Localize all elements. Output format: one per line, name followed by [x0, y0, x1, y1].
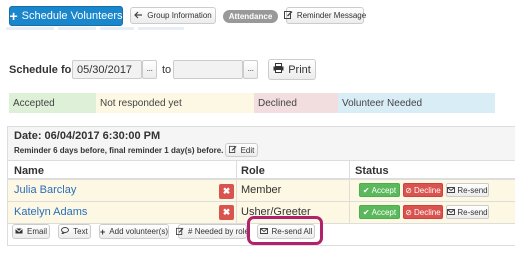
column-header-name: Name [14, 165, 44, 177]
needed-by-role-label: # Needed by role [188, 227, 249, 236]
plus-icon: + [100, 226, 106, 237]
legend-accepted: Accepted [9, 93, 96, 113]
reminder-message-label: Reminder Message [296, 11, 367, 20]
envelope-icon [15, 227, 23, 236]
column-divider [349, 160, 350, 223]
accept-button[interactable]: ✔ Accept [359, 205, 400, 219]
edit-icon [283, 10, 293, 21]
column-header-role: Role [241, 165, 265, 177]
decline-button[interactable]: ⊘ Decline [403, 205, 443, 219]
volunteer-name-link[interactable]: Julia Barclay [14, 184, 76, 196]
legend-declined: Declined [254, 93, 338, 113]
resend-button[interactable]: Re-send [446, 205, 489, 219]
group-information-button[interactable]: Group Information [130, 7, 216, 24]
check-icon: ✔ [362, 185, 370, 195]
decline-label: Decline [414, 207, 441, 217]
reminder-info: Reminder 6 days before, final reminder 1… [14, 146, 224, 155]
table-top-border [8, 160, 515, 161]
legend-not-responded: Not responded yet [96, 93, 254, 113]
chat-bubble-icon [61, 227, 70, 236]
print-label: Print [288, 63, 311, 76]
event-date: Date: 06/04/2017 6:30:00 PM [14, 130, 161, 142]
column-divider [236, 160, 237, 223]
resend-button[interactable]: Re-send [446, 183, 489, 197]
needed-by-role-button[interactable]: # Needed by role [176, 224, 249, 239]
accept-button[interactable]: ✔ Accept [359, 183, 400, 197]
edit-icon [228, 145, 237, 155]
print-button[interactable]: Print [268, 59, 316, 80]
ban-icon: ⊘ [405, 185, 412, 195]
row-divider [8, 201, 515, 202]
volunteer-name-link[interactable]: Katelyn Adams [14, 206, 87, 218]
legend-volunteer-needed: Volunteer Needed [338, 93, 495, 113]
schedule-volunteers-label: Schedule Volunteers [21, 10, 123, 22]
accept-label: Accept [371, 207, 397, 217]
schedule-volunteers-button[interactable]: + Schedule Volunteers [9, 6, 123, 26]
resend-label: Re-send [457, 207, 488, 217]
decline-button[interactable]: ⊘ Decline [403, 183, 443, 197]
printer-icon [273, 63, 284, 76]
add-volunteers-label: Add volunteer(s) [109, 227, 168, 236]
reminder-message-button[interactable]: Reminder Message [283, 7, 367, 24]
group-information-label: Group Information [147, 11, 212, 20]
resend-all-highlight [247, 216, 323, 245]
add-volunteers-button[interactable]: + Add volunteer(s) [99, 224, 169, 239]
check-icon: ✔ [362, 207, 370, 217]
faded-subtitle [6, 27, 186, 33]
edit-icon [176, 227, 184, 237]
from-date-picker-button[interactable]: ... [142, 60, 157, 79]
edit-label: Edit [240, 145, 255, 155]
to-date-picker-button[interactable]: ... [243, 60, 258, 79]
decline-label: Decline [414, 185, 441, 195]
status-legend: Accepted Not responded yet Declined Volu… [9, 93, 495, 113]
plus-icon: + [9, 8, 18, 24]
from-date-input[interactable] [72, 60, 142, 79]
to-label: to [162, 64, 172, 76]
remove-volunteer-button[interactable]: ✖ [219, 205, 234, 220]
accept-label: Accept [371, 185, 397, 195]
email-button[interactable]: Email [12, 224, 50, 239]
ban-icon: ⊘ [405, 207, 412, 217]
column-header-status: Status [355, 165, 389, 177]
envelope-icon [447, 208, 456, 217]
to-date-input[interactable] [173, 60, 243, 79]
edit-button[interactable]: Edit [225, 143, 258, 157]
remove-volunteer-button[interactable]: ✖ [219, 184, 234, 199]
envelope-icon [447, 186, 456, 195]
email-label: Email [26, 227, 47, 236]
resend-label: Re-send [457, 185, 488, 195]
schedule-for-label: Schedule for: [9, 64, 80, 76]
arrow-left-icon [134, 11, 143, 21]
text-label: Text [73, 227, 88, 236]
volunteer-role: Member [241, 184, 282, 196]
text-button[interactable]: Text [58, 224, 91, 239]
tab-attendance[interactable]: Attendance [223, 10, 278, 23]
